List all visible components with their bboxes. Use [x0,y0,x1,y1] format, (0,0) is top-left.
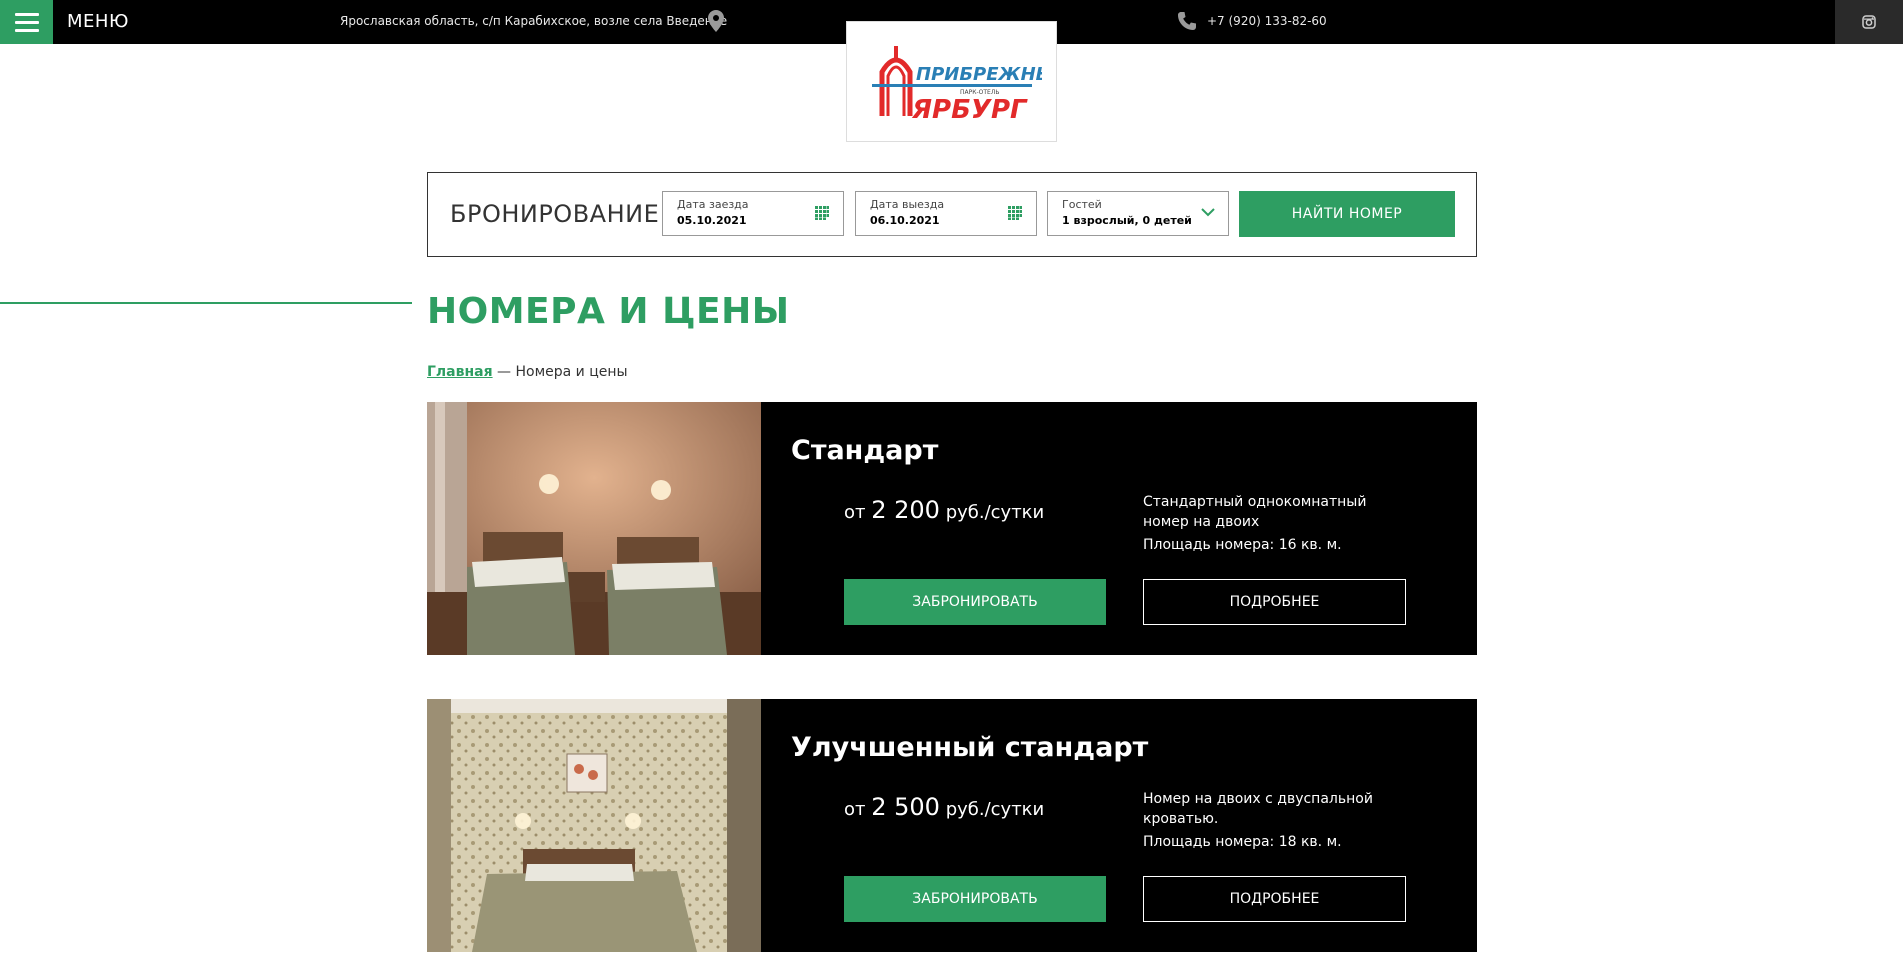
breadcrumb: Главная — Номера и цены [427,363,628,381]
guests-value: 1 взрослый, 0 детей [1062,214,1192,227]
calendar-icon[interactable] [815,206,829,220]
logo-line1: ПРИБРЕЖНЫЙ [916,63,1042,85]
book-button[interactable]: ЗАБРОНИРОВАТЬ [844,579,1106,625]
price-value: 2 500 [871,793,940,821]
checkin-value: 05.10.2021 [677,214,747,227]
breadcrumb-current: — Номера и цены [497,364,628,380]
room-card: Стандарт от 2 200 руб./сутки Стандартный… [427,402,1477,655]
details-button[interactable]: ПОДРОБНЕЕ [1143,579,1406,625]
hotel-logo[interactable]: ПРИБРЕЖНЫЙ ПАРК-ОТЕЛЬ ЯРБУРГ [846,21,1057,142]
checkin-date-field[interactable]: Дата заезда 05.10.2021 [662,191,844,236]
room-photo-image [427,699,761,952]
guests-select[interactable]: Гостей 1 взрослый, 0 детей [1047,191,1229,236]
checkout-label: Дата выезда [870,198,945,211]
room-price: от 2 200 руб./сутки [844,497,1044,526]
room-name: Стандарт [791,435,939,466]
hamburger-icon-line [14,28,39,32]
hamburger-icon-line [14,12,39,16]
price-prefix: от [844,799,866,820]
price-prefix: от [844,502,866,523]
book-button[interactable]: ЗАБРОНИРОВАТЬ [844,876,1106,922]
address-text: Ярославская область, с/п Карабихское, во… [340,14,728,28]
calendar-icon[interactable] [1008,206,1022,220]
guests-label: Гостей [1062,198,1102,211]
room-description: Стандартный однокомнатный номер на двоих [1143,494,1367,530]
instagram-icon [1862,15,1876,29]
price-unit: руб./сутки [945,799,1045,820]
price-unit: руб./сутки [945,502,1045,523]
room-area: Площадь номера: 16 кв. м. [1143,537,1342,553]
heading-divider [0,302,412,304]
booking-form: БРОНИРОВАНИЕ Дата заезда 05.10.2021 Дата… [427,172,1477,257]
room-photo[interactable] [427,402,761,655]
logo-image: ПРИБРЕЖНЫЙ ПАРК-ОТЕЛЬ ЯРБУРГ [871,45,1042,122]
room-name: Улучшенный стандарт [791,732,1149,763]
logo-line3: ЯРБУРГ [911,95,1028,122]
room-photo-image [427,402,761,655]
room-description: Номер на двоих с двуспальной кроватью. [1143,791,1373,827]
room-area: Площадь номера: 18 кв. м. [1143,834,1342,850]
room-card: Улучшенный стандарт от 2 500 руб./сутки … [427,699,1477,952]
details-button[interactable]: ПОДРОБНЕЕ [1143,876,1406,922]
phone-icon [1178,12,1196,30]
page-title: НОМЕРА И ЦЕНЫ [427,291,790,332]
checkin-label: Дата заезда [677,198,749,211]
booking-title: БРОНИРОВАНИЕ [450,200,660,228]
find-room-button[interactable]: НАЙТИ НОМЕР [1239,191,1455,237]
checkout-value: 06.10.2021 [870,214,940,227]
menu-button[interactable] [0,0,53,44]
breadcrumb-home-link[interactable]: Главная [427,364,493,380]
room-photo[interactable] [427,699,761,952]
room-price: от 2 500 руб./сутки [844,794,1044,823]
price-value: 2 200 [871,496,940,524]
chevron-down-icon[interactable] [1200,206,1216,218]
hamburger-icon-line [14,20,39,24]
map-pin-icon[interactable] [708,10,724,32]
checkout-date-field[interactable]: Дата выезда 06.10.2021 [855,191,1037,236]
phone-number[interactable]: +7 (920) 133-82-60 [1207,13,1327,29]
instagram-button[interactable] [1835,0,1903,44]
menu-label[interactable]: МЕНЮ [67,11,129,33]
